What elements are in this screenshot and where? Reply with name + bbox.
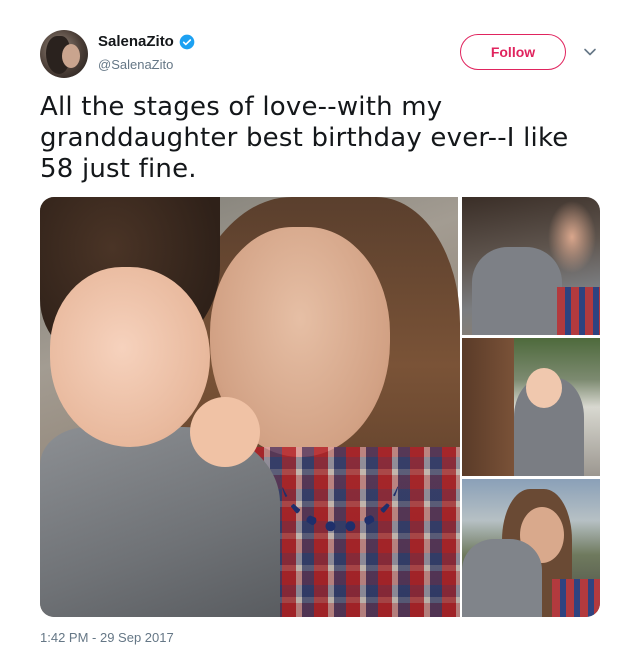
photo-thumb-3[interactable] bbox=[462, 479, 600, 617]
avatar-face bbox=[62, 44, 80, 68]
thumb-child bbox=[462, 539, 542, 617]
photo-child-face bbox=[50, 267, 210, 447]
thumb-child bbox=[472, 247, 562, 335]
tweet-text: All the stages of love--with my granddau… bbox=[40, 92, 569, 184]
thumb-child-face bbox=[526, 368, 562, 408]
photo-thumb-2[interactable] bbox=[462, 338, 600, 476]
follow-button[interactable]: Follow bbox=[460, 34, 566, 70]
chevron-down-icon[interactable] bbox=[583, 45, 597, 59]
thumb-plaid bbox=[557, 287, 600, 335]
user-handle[interactable]: @SalenaZito bbox=[98, 57, 173, 72]
verified-badge-icon bbox=[179, 34, 195, 49]
tweet-card: SalenaZito @SalenaZito Follow All the st… bbox=[0, 0, 638, 661]
media-grid bbox=[40, 197, 600, 617]
name-row: SalenaZito bbox=[98, 33, 195, 50]
tweet-timestamp[interactable]: 1:42 PM - 29 Sep 2017 bbox=[40, 630, 174, 645]
thumb-hair bbox=[462, 338, 514, 476]
photo-main[interactable] bbox=[40, 197, 460, 617]
avatar[interactable] bbox=[40, 30, 88, 78]
photo-thumb-1[interactable] bbox=[462, 197, 600, 335]
photo-child-hand bbox=[190, 397, 260, 467]
display-name[interactable]: SalenaZito bbox=[98, 33, 174, 50]
thumb-plaid bbox=[552, 579, 600, 617]
